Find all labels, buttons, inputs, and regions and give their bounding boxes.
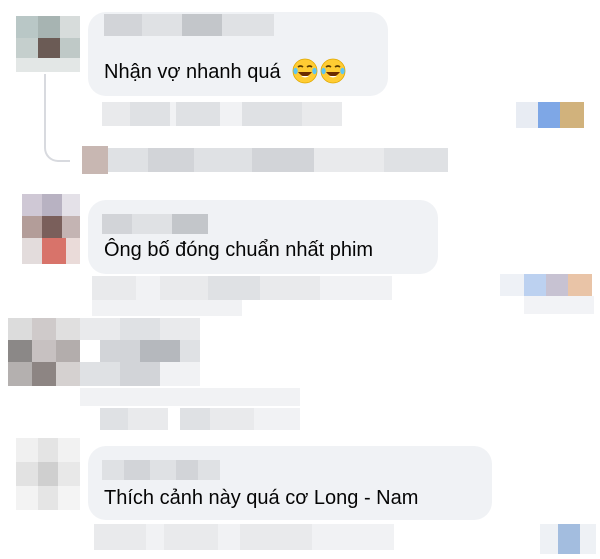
reply-thread-line xyxy=(44,74,70,162)
commenter-avatar-3[interactable] xyxy=(8,318,80,386)
comment-bubble-1[interactable]: Nhận vợ nhanh quá xyxy=(88,12,388,96)
comment-text: Nhận vợ nhanh quá xyxy=(104,58,346,84)
comment-thread: Nhận vợ nhanh quá Ông bố đóng chuẩn nhất… xyxy=(0,0,600,559)
comment-actions-blurred[interactable] xyxy=(80,388,300,430)
reaction-count-blurred[interactable] xyxy=(500,274,594,314)
comment-actions-blurred[interactable] xyxy=(102,102,342,126)
comment-bubble-2[interactable]: Ông bố đóng chuẩn nhất phim xyxy=(88,200,438,274)
comment-bubble-4[interactable]: Thích cảnh này quá cơ Long - Nam xyxy=(88,446,492,520)
reply-preview-blurred[interactable] xyxy=(82,146,448,174)
commenter-avatar-1[interactable] xyxy=(16,16,80,72)
comment-actions-blurred[interactable] xyxy=(94,524,394,550)
commenter-avatar-2[interactable] xyxy=(22,194,80,264)
laughing-tears-emoji xyxy=(292,58,318,84)
reaction-count-blurred[interactable] xyxy=(516,102,588,128)
comment-bubble-3-blurred[interactable] xyxy=(80,318,200,386)
author-name-blurred[interactable] xyxy=(102,460,220,480)
comment-text: Ông bố đóng chuẩn nhất phim xyxy=(104,239,374,261)
author-name-blurred[interactable] xyxy=(104,14,274,36)
commenter-avatar-4[interactable] xyxy=(16,438,80,510)
comment-actions-blurred[interactable] xyxy=(92,276,392,300)
author-name-blurred[interactable] xyxy=(102,214,208,234)
laughing-tears-emoji xyxy=(320,58,346,84)
comment-text: Thích cảnh này quá cơ Long - Nam xyxy=(104,487,419,509)
comment-actions-blurred[interactable] xyxy=(92,300,242,316)
reaction-count-blurred[interactable] xyxy=(540,524,596,554)
